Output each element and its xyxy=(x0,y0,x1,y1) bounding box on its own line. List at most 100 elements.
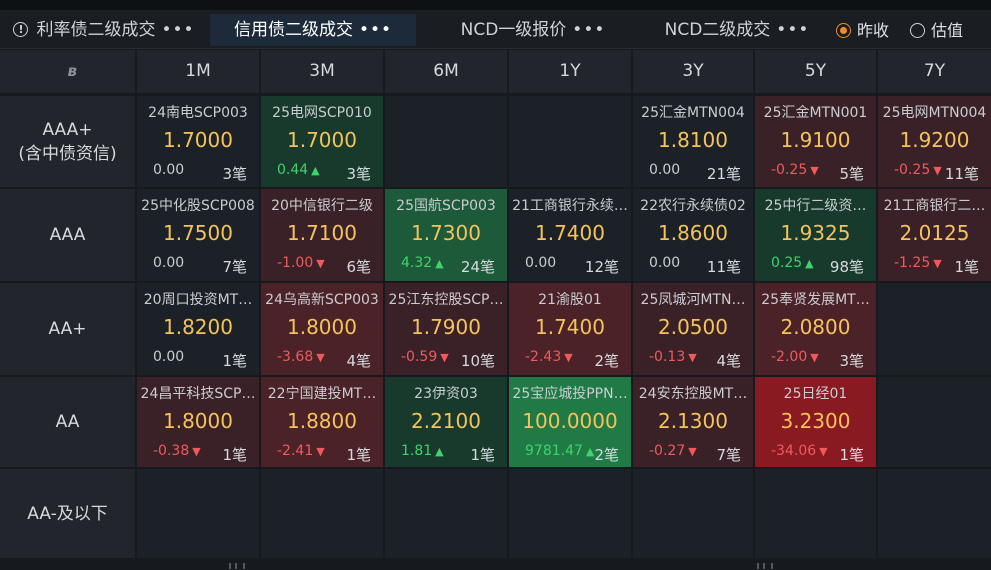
bond-yield: 1.7900 xyxy=(411,315,481,339)
bond-yield: 1.7000 xyxy=(163,128,233,152)
empty-cell xyxy=(878,377,991,467)
bond-cell[interactable]: 22宁国建投MT… 1.8800 -2.41 ▼ 1笔 xyxy=(261,377,383,467)
bond-cell[interactable]: 23伊资03 2.2100 1.81 ▲ 1笔 xyxy=(385,377,507,467)
column-header-3M[interactable]: 3M xyxy=(261,50,383,93)
bond-cell[interactable]: 25汇金MTN001 1.9100 -0.25 ▼ 5笔 xyxy=(755,96,876,187)
rating-label: AA xyxy=(55,412,80,432)
radio-option-2[interactable]: 估值 xyxy=(910,20,963,42)
bond-name: 20中信银行二级 xyxy=(271,198,373,214)
more-icon[interactable]: ••• xyxy=(776,20,809,40)
rating-label: AA+ xyxy=(48,319,87,339)
bond-name: 24安东控股MT… xyxy=(638,386,748,402)
bond-cell[interactable]: 25电网MTN004 1.9200 -0.25 ▼ 11笔 xyxy=(878,96,991,187)
radio-label: 昨收 xyxy=(857,21,890,40)
bond-change: 0.00 xyxy=(649,255,680,271)
change-value: -2.43 xyxy=(525,349,562,365)
arrow-up-icon: ▲ xyxy=(805,257,814,270)
bond-name: 24乌高新SCP003 xyxy=(265,292,379,308)
bond-cell[interactable]: 25日经01 3.2300 -34.06 ▼ 1笔 xyxy=(755,377,876,467)
bond-yield: 2.0125 xyxy=(899,221,970,245)
radio-label: 估值 xyxy=(931,21,964,40)
arrow-down-icon: ▼ xyxy=(688,445,697,458)
empty-cell xyxy=(878,283,991,375)
bond-cell[interactable]: 25电网SCP010 1.7000 0.44 ▲ 3笔 xyxy=(261,96,383,187)
bond-cell[interactable]: 24安东控股MT… 2.1300 -0.27 ▼ 7笔 xyxy=(633,377,753,467)
column-header-1Y[interactable]: 1Y xyxy=(509,50,631,93)
bond-yield: 1.7100 xyxy=(287,221,357,245)
radio-circle-icon[interactable] xyxy=(910,23,925,38)
trade-count: 7笔 xyxy=(222,258,247,276)
bond-name: 25中行二级资… xyxy=(764,198,867,214)
tab-4[interactable]: NCD二级成交 ••• xyxy=(648,14,826,46)
bond-cell[interactable]: 24南电SCP003 1.7000 0.00 3笔 xyxy=(137,96,259,187)
bond-name: 22农行永续债02 xyxy=(640,198,746,214)
empty-cell xyxy=(509,96,631,187)
column-header-5Y[interactable]: 5Y xyxy=(755,50,876,93)
more-icon[interactable]: ••• xyxy=(572,20,605,40)
column-header-1M[interactable]: 1M xyxy=(137,50,259,93)
bond-yield: 2.0800 xyxy=(780,315,851,339)
tab-1[interactable]: ! 利率债二级成交 ••• xyxy=(10,14,198,46)
bond-cell[interactable]: 24昌平科技SCP… 1.8000 -0.38 ▼ 1笔 xyxy=(137,377,259,467)
bond-cell[interactable]: 21工商银行永续… 1.7400 0.00 12笔 xyxy=(509,189,631,281)
bond-change: -0.38 ▼ xyxy=(153,443,201,459)
rating-label: AAA xyxy=(49,225,86,245)
bond-yield: 1.7400 xyxy=(535,315,605,339)
bond-cell[interactable]: 25汇金MTN004 1.8100 0.00 21笔 xyxy=(633,96,753,187)
tab-label: 利率债二级成交 xyxy=(36,20,156,40)
bond-yield: 1.8000 xyxy=(287,315,357,339)
change-value: 0.00 xyxy=(153,162,185,178)
tab-3[interactable]: NCD一级报价 ••• xyxy=(440,14,626,46)
change-value: -0.13 xyxy=(649,349,686,365)
bond-yield: 1.8600 xyxy=(658,221,728,245)
bond-cell[interactable]: 20中信银行二级 1.7100 -1.00 ▼ 6笔 xyxy=(261,189,383,281)
trade-count: 1笔 xyxy=(346,446,371,464)
arrow-down-icon: ▼ xyxy=(192,445,201,458)
bond-change: -1.00 ▼ xyxy=(277,255,325,271)
tab-2[interactable]: 信用债二级成交 ••• xyxy=(210,14,416,46)
bond-cell[interactable]: 25奉贤发展MT… 2.0800 -2.00 ▼ 3笔 xyxy=(755,283,876,375)
bond-cell[interactable]: 25凤城河MTN… 2.0500 -0.13 ▼ 4笔 xyxy=(633,283,753,375)
bond-name: 25江东控股SCP… xyxy=(388,292,504,308)
tab-label: NCD二级成交 xyxy=(664,20,771,40)
bond-name: 25汇金MTN001 xyxy=(763,105,868,121)
bond-name: 25凤城河MTN… xyxy=(640,292,746,308)
bond-change: 0.00 xyxy=(153,255,184,271)
bond-cell[interactable]: 25中行二级资… 1.9325 0.25 ▲ 98笔 xyxy=(755,189,876,281)
more-icon[interactable]: ••• xyxy=(359,20,392,40)
bond-cell[interactable]: 25宝应城投PPN… 100.0000 9781.47 ▲ 2笔 xyxy=(509,377,631,467)
info-icon[interactable]: ! xyxy=(13,22,29,37)
change-value: 0.44 xyxy=(277,162,309,178)
bond-yield: 1.8800 xyxy=(287,409,357,433)
change-value: -0.25 xyxy=(771,162,808,178)
scroll-grip-right[interactable] xyxy=(757,563,773,569)
arrow-down-icon: ▼ xyxy=(316,257,325,270)
bond-yield: 2.2100 xyxy=(411,409,481,433)
more-icon[interactable]: ••• xyxy=(161,20,194,40)
radio-circle-icon[interactable] xyxy=(836,23,851,38)
bond-cell[interactable]: 24乌高新SCP003 1.8000 -3.68 ▼ 4笔 xyxy=(261,283,383,375)
bond-cell[interactable]: 21工商银行二… 2.0125 -1.25 ▼ 1笔 xyxy=(878,189,991,281)
scroll-grip-left[interactable] xyxy=(229,563,245,569)
brand-logo-icon: ʙ xyxy=(67,62,78,80)
column-header-6M[interactable]: 6M xyxy=(385,50,507,93)
bond-cell[interactable]: 25中化股SCP008 1.7500 0.00 7笔 xyxy=(137,189,259,281)
bond-cell[interactable]: 25江东控股SCP… 1.7900 -0.59 ▼ 10笔 xyxy=(385,283,507,375)
bond-name: 25中化股SCP008 xyxy=(141,198,255,214)
change-value: 0.00 xyxy=(153,255,185,271)
trade-count: 6笔 xyxy=(346,258,371,276)
bond-yield: 1.9100 xyxy=(780,128,851,152)
change-value: 4.32 xyxy=(401,255,433,271)
trade-count: 5笔 xyxy=(839,165,864,183)
bond-cell[interactable]: 21渝股01 1.7400 -2.43 ▼ 2笔 xyxy=(509,283,631,375)
radio-option-1[interactable]: 昨收 xyxy=(836,20,889,42)
bond-cell[interactable]: 22农行永续债02 1.8600 0.00 11笔 xyxy=(633,189,753,281)
column-header-7Y[interactable]: 7Y xyxy=(878,50,991,93)
bond-cell[interactable]: 25国航SCP003 1.7300 4.32 ▲ 24笔 xyxy=(385,189,507,281)
bond-change: -0.25 ▼ xyxy=(771,162,819,178)
change-value: 0.00 xyxy=(153,349,185,365)
empty-cell xyxy=(755,469,876,558)
column-header-3Y[interactable]: 3Y xyxy=(633,50,753,93)
change-value: -1.25 xyxy=(894,255,931,271)
bond-cell[interactable]: 20周口投资MT… 1.8200 0.00 1笔 xyxy=(137,283,259,375)
